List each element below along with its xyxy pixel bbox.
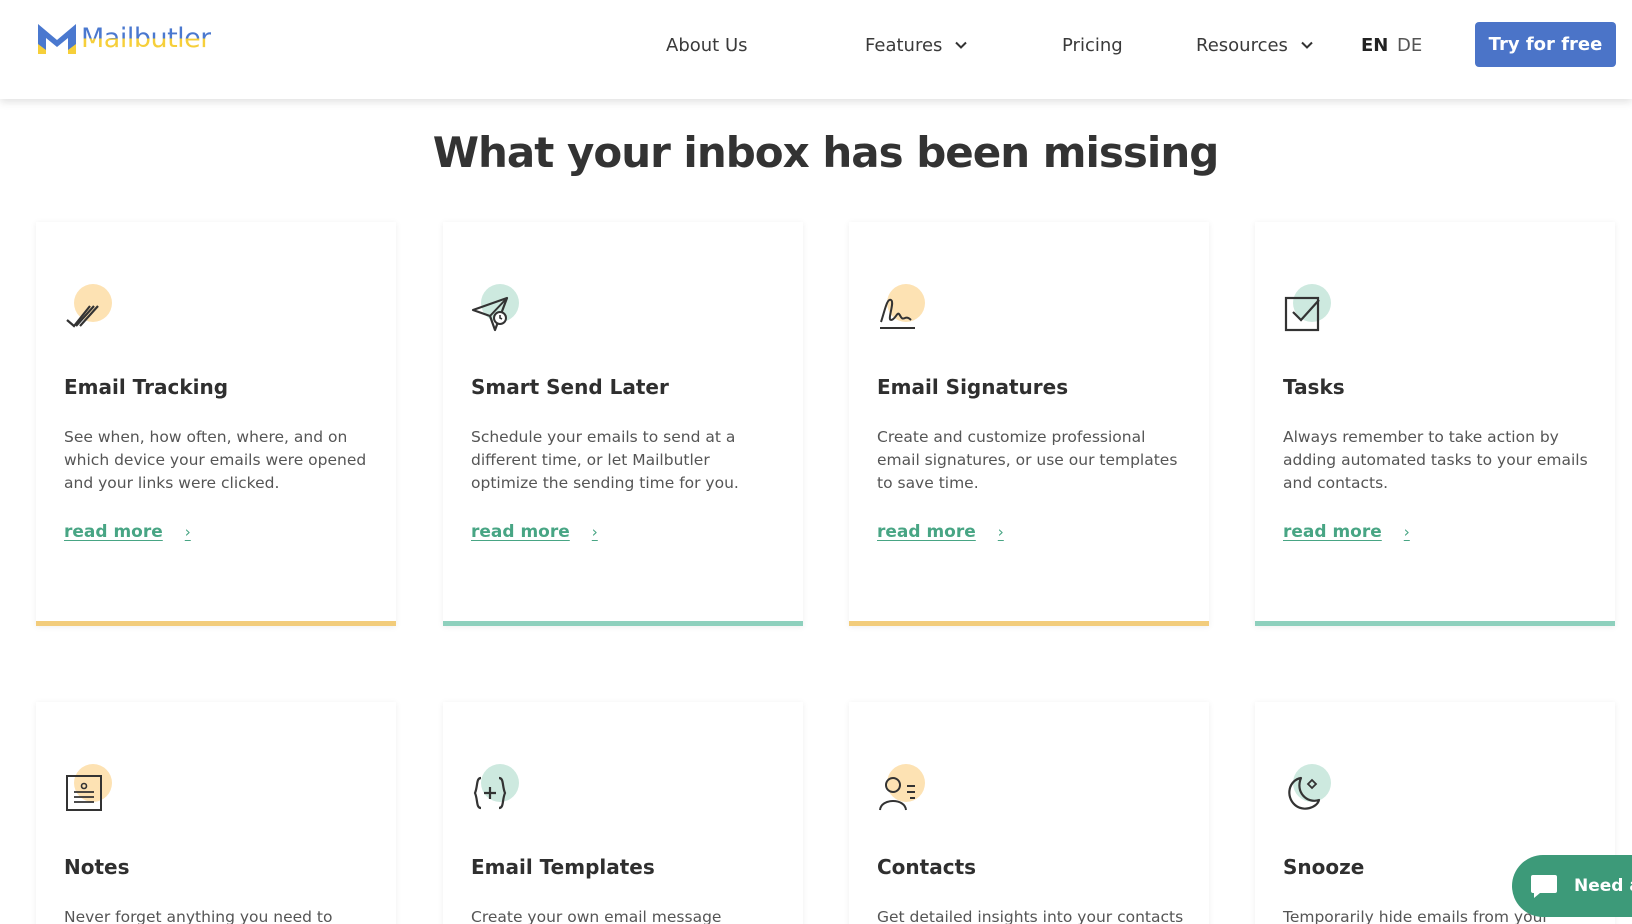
double-check-icon (66, 305, 99, 328)
logo-text: Mailbutler (81, 22, 211, 54)
note-icon (66, 775, 102, 811)
language-de[interactable]: DE (1397, 31, 1422, 59)
try-for-free-button[interactable]: Try for free (1475, 22, 1616, 67)
nav-about-us[interactable]: About Us (666, 31, 748, 59)
card-title: Notes (64, 855, 130, 879)
nav-about-us-label: About Us (666, 34, 748, 56)
card-title: Email Templates (471, 855, 655, 879)
card-description: Always remember to take action by adding… (1283, 428, 1588, 492)
feature-card-email-tracking: Email Tracking See when, how often, wher… (36, 222, 396, 626)
language-en-label: EN (1361, 34, 1389, 56)
mailbutler-logo-icon (38, 24, 76, 54)
chat-widget-button[interactable]: Need a (1512, 855, 1632, 917)
read-more-link[interactable]: read more › (877, 522, 1004, 542)
contact-icon (879, 777, 915, 811)
card-title: Email Tracking (64, 375, 229, 399)
feature-card-email-signatures: Email Signatures Create and customize pr… (849, 222, 1209, 626)
chat-bubble-icon (1531, 875, 1557, 898)
feature-icon-wrapper (471, 764, 519, 812)
chevron-down-icon (1301, 41, 1313, 49)
paper-plane-clock-icon (471, 296, 509, 332)
feature-icon-wrapper (1283, 284, 1331, 332)
read-more-link[interactable]: read more › (64, 522, 191, 542)
section-title: What your inbox has been missing (432, 128, 1220, 177)
feature-icon-wrapper (471, 284, 519, 332)
logo[interactable]: Mailbutler (35, 20, 211, 56)
card-description: Never forget anything you need to (64, 908, 333, 924)
chevron-right-icon: › (184, 523, 191, 541)
feature-card-smart-send-later: Smart Send Later Schedule your emails to… (443, 222, 803, 626)
card-description: See when, how often, where, and on which… (64, 428, 367, 492)
moon-icon (1288, 776, 1321, 810)
feature-card-tasks: Tasks Always remember to take action by … (1255, 222, 1615, 626)
signature-icon (880, 298, 915, 329)
card-description: Create and customize professional email … (877, 428, 1178, 492)
feature-icon-wrapper (877, 284, 925, 332)
nav-resources-label: Resources (1196, 34, 1288, 56)
site-header: Mailbutler About Us Features Pricing Res… (0, 0, 1632, 99)
feature-icon-wrapper (64, 764, 112, 812)
chevron-right-icon: › (591, 523, 598, 541)
card-title: Tasks (1283, 375, 1345, 399)
language-en[interactable]: EN (1361, 31, 1388, 59)
chevron-right-icon: › (997, 523, 1004, 541)
feature-card-contacts: Contacts Get detailed insights into your… (849, 702, 1209, 924)
feature-card-email-templates: Email Templates Create your own email me… (443, 702, 803, 924)
read-more-link[interactable]: read more › (471, 522, 598, 542)
checkbox-icon (1284, 296, 1320, 332)
nav-pricing-label: Pricing (1062, 34, 1123, 56)
card-title: Contacts (877, 855, 977, 879)
nav-resources[interactable]: Resources (1196, 31, 1314, 59)
feature-icon-wrapper (64, 284, 112, 332)
card-description: Create your own email message (471, 908, 722, 924)
nav-features-label: Features (865, 34, 943, 56)
feature-icon-wrapper (877, 764, 925, 812)
chevron-down-icon (955, 41, 968, 49)
read-more-link[interactable]: read more › (1283, 522, 1410, 542)
nav-pricing[interactable]: Pricing (1062, 31, 1123, 59)
card-title: Email Signatures (877, 375, 1069, 399)
feature-icon-wrapper (1283, 764, 1331, 812)
feature-card-notes: Notes Never forget anything you need to (36, 702, 396, 924)
chevron-right-icon: › (1403, 523, 1410, 541)
nav-features[interactable]: Features (865, 31, 968, 59)
braces-plus-icon (473, 776, 507, 810)
card-title: Smart Send Later (471, 375, 669, 399)
chat-label: Need a (1574, 876, 1632, 896)
card-description: Get detailed insights into your contacts (877, 908, 1184, 924)
card-description: Schedule your emails to send at a differ… (471, 428, 739, 492)
language-de-label: DE (1397, 34, 1423, 56)
card-title: Snooze (1283, 855, 1365, 879)
